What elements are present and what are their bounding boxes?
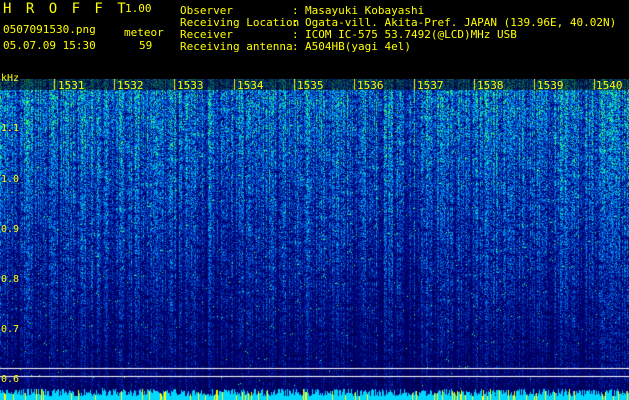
freq-label: 0.9 <box>1 224 20 235</box>
freq-unit-label: kHz <box>1 73 20 84</box>
spectrogram-canvas <box>0 79 629 400</box>
meteor-count: 59 <box>139 39 153 52</box>
time-label: 1538 <box>477 79 504 92</box>
app-title: H R O F F T <box>3 1 129 17</box>
time-label: 1531 <box>58 79 85 92</box>
freq-label: 0.8 <box>1 274 20 285</box>
time-label: 1537 <box>417 79 444 92</box>
time-label: 1534 <box>237 79 264 92</box>
time-label: 1532 <box>117 79 144 92</box>
file-datetime: 05.07.09 15:30 <box>3 39 96 52</box>
meteor-label: meteor <box>124 26 164 39</box>
freq-label: 0.6 <box>1 374 20 385</box>
file-name: 0507091530.png <box>3 23 96 36</box>
antenna-key: Receiving antenna <box>180 40 293 53</box>
freq-label: 0.7 <box>1 324 20 335</box>
freq-label: 1.1 <box>1 123 20 134</box>
time-label: 1539 <box>537 79 564 92</box>
freq-label: 1.0 <box>1 174 20 185</box>
app-version: 1.00 <box>125 2 152 15</box>
time-label: 1533 <box>177 79 204 92</box>
time-label: 1535 <box>297 79 324 92</box>
time-label: 1540 <box>596 79 623 92</box>
time-label: 1536 <box>357 79 384 92</box>
antenna-sep: : <box>292 40 299 53</box>
antenna-value: A504HB(yagi 4el) <box>305 40 411 53</box>
